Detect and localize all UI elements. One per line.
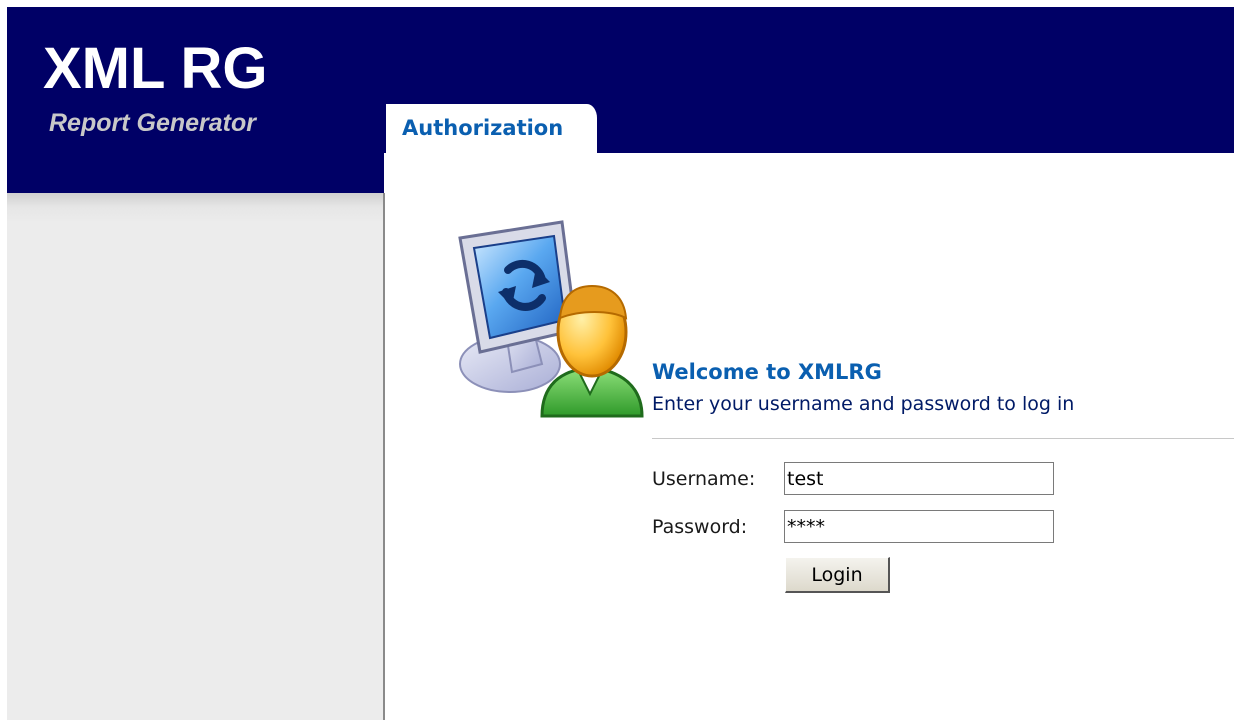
password-input[interactable] xyxy=(784,510,1054,543)
tab-authorization-label: Authorization xyxy=(402,116,564,140)
user-computer-icon xyxy=(450,214,650,426)
login-button[interactable]: Login xyxy=(785,557,890,593)
username-label: Username: xyxy=(652,468,756,490)
logo-subtitle: Report Generator xyxy=(49,109,256,137)
welcome-title: Welcome to XMLRG xyxy=(652,360,882,384)
welcome-subtitle: Enter your username and password to log … xyxy=(652,393,1075,415)
content-top xyxy=(384,153,1234,193)
divider-line xyxy=(652,438,1234,439)
password-label: Password: xyxy=(652,516,748,538)
tab-authorization[interactable]: Authorization xyxy=(386,104,597,154)
sidebar xyxy=(7,193,383,720)
username-input[interactable] xyxy=(784,462,1054,495)
sidebar-divider xyxy=(383,193,385,720)
page: XML RG Report Generator Authorization We… xyxy=(0,0,1234,720)
logo-title: XML RG xyxy=(43,36,268,101)
